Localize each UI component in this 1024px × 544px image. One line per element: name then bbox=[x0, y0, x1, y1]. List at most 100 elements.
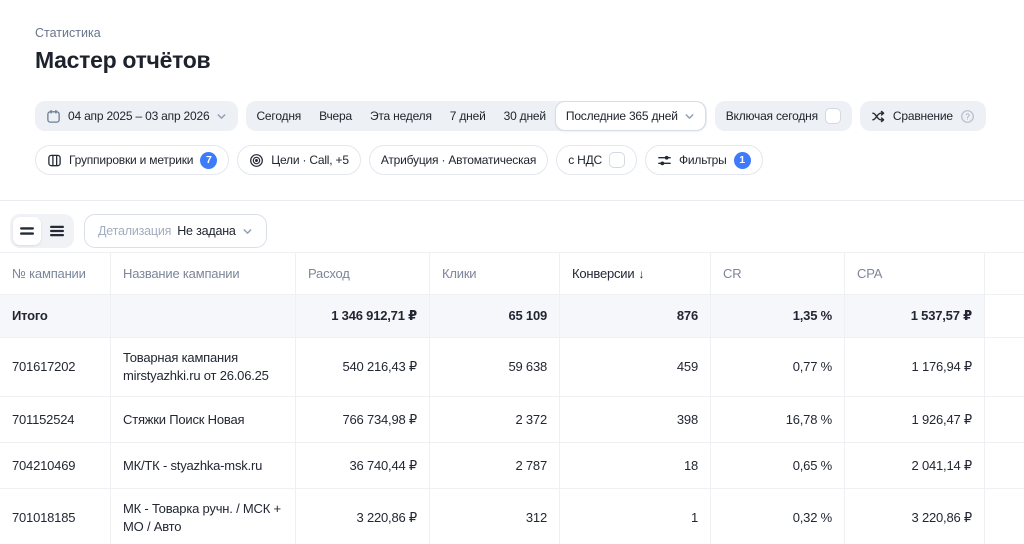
svg-text:?: ? bbox=[965, 112, 970, 121]
breadcrumb[interactable]: Статистика bbox=[35, 26, 101, 40]
column-header-clicks[interactable]: Клики bbox=[430, 253, 560, 294]
two-rows-icon bbox=[20, 224, 34, 238]
cell-campaign-name: МК - Товарка ручн. / МСК + МО / Авто bbox=[111, 489, 296, 544]
groupings-metrics-label: Группировки и метрики bbox=[69, 153, 194, 167]
quick-range-group: Сегодня Вчера Эта неделя 7 дней 30 дней … bbox=[246, 101, 707, 131]
compare-shuffle-icon bbox=[871, 109, 886, 124]
totals-label: Итого bbox=[0, 295, 111, 337]
page-title: Мастер отчётов bbox=[35, 47, 211, 73]
date-range-button[interactable]: 04 апр 2025 – 03 апр 2026 bbox=[35, 101, 239, 131]
totals-clicks: 65 109 bbox=[430, 295, 560, 337]
view-density-group bbox=[10, 214, 74, 248]
cell-overflow bbox=[985, 443, 1024, 488]
table-row: 701018185 МК - Товарка ручн. / МСК + МО … bbox=[0, 489, 1024, 544]
cell-campaign-name: Стяжки Поиск Новая bbox=[111, 397, 296, 442]
totals-cr: 1,35 % bbox=[711, 295, 845, 337]
vat-toggle[interactable]: с НДС bbox=[556, 145, 637, 175]
groupings-metrics-button[interactable]: Группировки и метрики 7 bbox=[35, 145, 230, 175]
detalization-value: Не задана bbox=[177, 224, 236, 238]
attribution-button[interactable]: Атрибуция · Автоматическая bbox=[368, 145, 549, 175]
column-header-cpa[interactable]: CPA bbox=[845, 253, 985, 294]
cell-clicks: 2 372 bbox=[430, 397, 560, 442]
vat-label: с НДС bbox=[568, 153, 602, 167]
quick-range-today[interactable]: Сегодня bbox=[247, 101, 310, 131]
column-header-conversions[interactable]: Конверсии ↓ bbox=[560, 253, 711, 294]
column-header-campaign-name[interactable]: Название кампании bbox=[111, 253, 296, 294]
cell-cr: 16,78 % bbox=[711, 397, 845, 442]
table-row: 701152524 Стяжки Поиск Новая 766 734,98 … bbox=[0, 397, 1024, 443]
comparison-button[interactable]: Сравнение ? bbox=[859, 101, 986, 131]
cell-cost: 36 740,44 ₽ bbox=[296, 443, 430, 488]
goals-button[interactable]: Цели · Call, +5 bbox=[237, 145, 361, 175]
help-icon[interactable]: ? bbox=[960, 109, 975, 124]
quick-range-30-days[interactable]: 30 дней bbox=[495, 101, 555, 131]
cell-cpa: 3 220,86 ₽ bbox=[845, 489, 985, 544]
chevron-down-icon bbox=[242, 226, 253, 237]
target-icon bbox=[249, 153, 264, 168]
column-header-campaign-id[interactable]: № кампании bbox=[0, 253, 111, 294]
column-header-overflow bbox=[985, 253, 1024, 294]
groupings-count-badge: 7 bbox=[200, 151, 218, 169]
totals-row: Итого 1 346 912,71 ₽ 65 109 876 1,35 % 1… bbox=[0, 295, 1024, 338]
cell-cost: 3 220,86 ₽ bbox=[296, 489, 430, 544]
filters-count-badge: 1 bbox=[733, 151, 751, 169]
cell-conversions: 1 bbox=[560, 489, 711, 544]
density-comfort-button[interactable] bbox=[13, 217, 41, 245]
quick-range-this-week[interactable]: Эта неделя bbox=[361, 101, 441, 131]
table-header-row: № кампании Название кампании Расход Клик… bbox=[0, 252, 1024, 295]
cell-cost: 766 734,98 ₽ bbox=[296, 397, 430, 442]
include-today-toggle[interactable]: Включая сегодня bbox=[714, 101, 852, 131]
detalization-dropdown[interactable]: Детализация Не задана bbox=[84, 214, 267, 248]
cell-clicks: 2 787 bbox=[430, 443, 560, 488]
cell-campaign-id: 701018185 bbox=[0, 489, 111, 544]
quick-range-7-days[interactable]: 7 дней bbox=[441, 101, 495, 131]
cell-cost: 540 216,43 ₽ bbox=[296, 338, 430, 396]
header-filters-panel: Статистика Мастер отчётов 04 апр 2025 – … bbox=[0, 0, 1024, 201]
date-range-label: 04 апр 2025 – 03 апр 2026 bbox=[68, 109, 210, 123]
column-header-cr[interactable]: CR bbox=[711, 253, 845, 294]
goals-label: Цели · Call, +5 bbox=[271, 153, 349, 167]
three-rows-icon bbox=[50, 224, 64, 238]
sort-desc-icon: ↓ bbox=[638, 266, 645, 281]
chevron-down-icon bbox=[216, 111, 227, 122]
metrics-filter-row: Группировки и метрики 7 Цели · Call, +5 … bbox=[35, 145, 1024, 175]
vat-checkbox[interactable] bbox=[609, 152, 625, 168]
cell-clicks: 59 638 bbox=[430, 338, 560, 396]
comparison-label: Сравнение bbox=[892, 109, 953, 123]
master-reports-page: Статистика Мастер отчётов 04 апр 2025 – … bbox=[0, 0, 1024, 544]
density-compact-button[interactable] bbox=[43, 217, 71, 245]
cell-overflow bbox=[985, 338, 1024, 396]
cell-cr: 0,77 % bbox=[711, 338, 845, 396]
selected-range-dropdown[interactable]: Последние 365 дней bbox=[554, 101, 706, 131]
table-row: 704210469 МК/ТК - styazhka-msk.ru 36 740… bbox=[0, 443, 1024, 489]
report-table: № кампании Название кампании Расход Клик… bbox=[0, 252, 1024, 544]
cell-cpa: 2 041,14 ₽ bbox=[845, 443, 985, 488]
filters-button[interactable]: Фильтры 1 bbox=[645, 145, 763, 175]
cell-cpa: 1 176,94 ₽ bbox=[845, 338, 985, 396]
cell-conversions: 18 bbox=[560, 443, 711, 488]
table-row: 701617202 Товарная кампания mirstyazhki.… bbox=[0, 338, 1024, 397]
cell-cr: 0,65 % bbox=[711, 443, 845, 488]
quick-range-yesterday[interactable]: Вчера bbox=[310, 101, 361, 131]
cell-campaign-name: МК/ТК - styazhka-msk.ru bbox=[111, 443, 296, 488]
table-toolbar: Детализация Не задана bbox=[10, 214, 1024, 248]
selected-range-label: Последние 365 дней bbox=[565, 109, 678, 123]
cell-campaign-name: Товарная кампания mirstyazhki.ru от 26.0… bbox=[111, 338, 296, 396]
cell-clicks: 312 bbox=[430, 489, 560, 544]
cell-overflow bbox=[985, 397, 1024, 442]
conversions-header-label: Конверсии bbox=[572, 266, 635, 281]
cell-campaign-id: 704210469 bbox=[0, 443, 111, 488]
totals-name-cell bbox=[111, 295, 296, 337]
columns-icon bbox=[47, 153, 62, 168]
include-today-checkbox[interactable] bbox=[824, 108, 841, 124]
totals-cost: 1 346 912,71 ₽ bbox=[296, 295, 430, 337]
column-header-cost[interactable]: Расход bbox=[296, 253, 430, 294]
detalization-label: Детализация bbox=[98, 224, 172, 238]
totals-conversions: 876 bbox=[560, 295, 711, 337]
sliders-icon bbox=[657, 153, 672, 168]
filters-label: Фильтры bbox=[679, 153, 727, 167]
cell-campaign-id: 701617202 bbox=[0, 338, 111, 396]
cell-cr: 0,32 % bbox=[711, 489, 845, 544]
chevron-down-icon bbox=[684, 111, 695, 122]
totals-cpa: 1 537,57 ₽ bbox=[845, 295, 985, 337]
